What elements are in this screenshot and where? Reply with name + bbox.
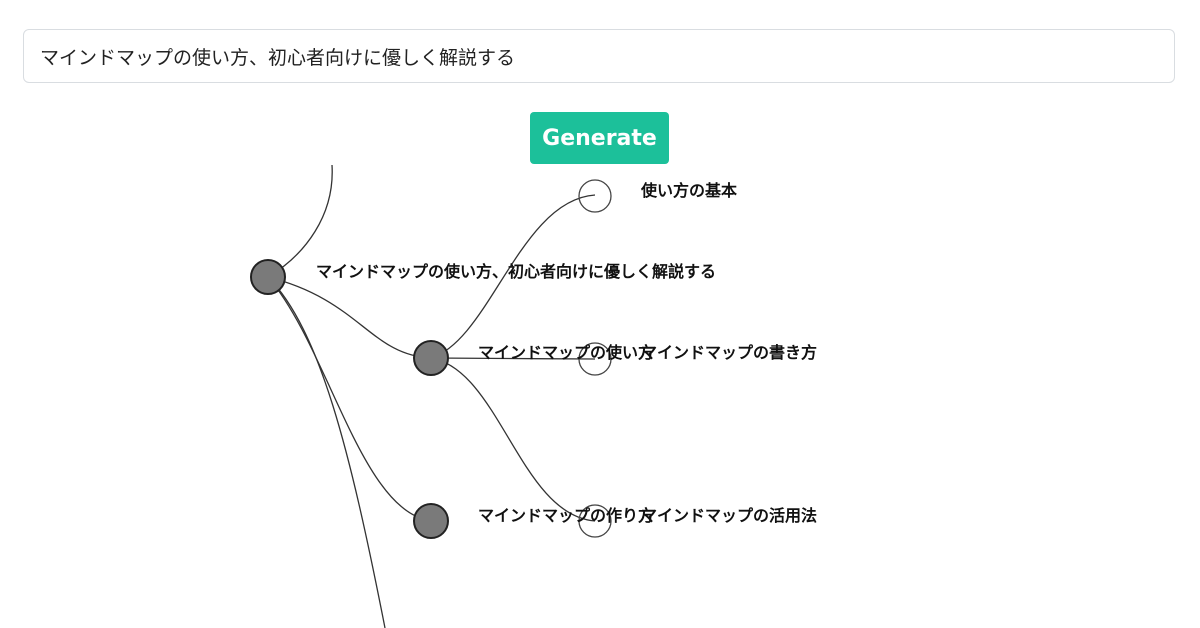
leaf-node-3-label: マインドマップの活用法 xyxy=(641,506,817,525)
leaf-node-3[interactable] xyxy=(578,504,612,538)
leaf-node-1[interactable] xyxy=(578,179,612,213)
root-node-label: マインドマップの使い方、初心者向けに優しく解説する xyxy=(316,262,716,281)
leaf-node-2-label: マインドマップの書き方 xyxy=(641,343,817,362)
link-branch-1-to-leaf-3 xyxy=(430,357,596,522)
branch-node-2-label: マインドマップの作り方 xyxy=(478,506,654,525)
branch-node-1-label: マインドマップの使い方 xyxy=(478,343,654,362)
link-root-to-branch-1 xyxy=(267,276,432,359)
leaf-node-2[interactable] xyxy=(578,342,612,376)
link-root-to-offscreen xyxy=(267,276,386,628)
branch-node-1[interactable] xyxy=(413,340,449,376)
generate-button[interactable]: Generate xyxy=(530,112,669,164)
leaf-node-1-label: 使い方の基本 xyxy=(640,181,737,200)
mindmap-diagram: マインドマップの使い方、初心者向けに優しく解説する マインドマップの使い方 マイ… xyxy=(250,164,817,628)
link-branch-1-to-leaf-2 xyxy=(430,357,596,360)
root-node[interactable] xyxy=(250,259,286,295)
topic-input[interactable] xyxy=(23,29,1175,83)
link-root-to-branch-2 xyxy=(267,276,432,522)
branch-node-2[interactable] xyxy=(413,503,449,539)
link-branch-1-to-leaf-1 xyxy=(430,194,596,359)
link-parent-to-root xyxy=(267,164,333,278)
